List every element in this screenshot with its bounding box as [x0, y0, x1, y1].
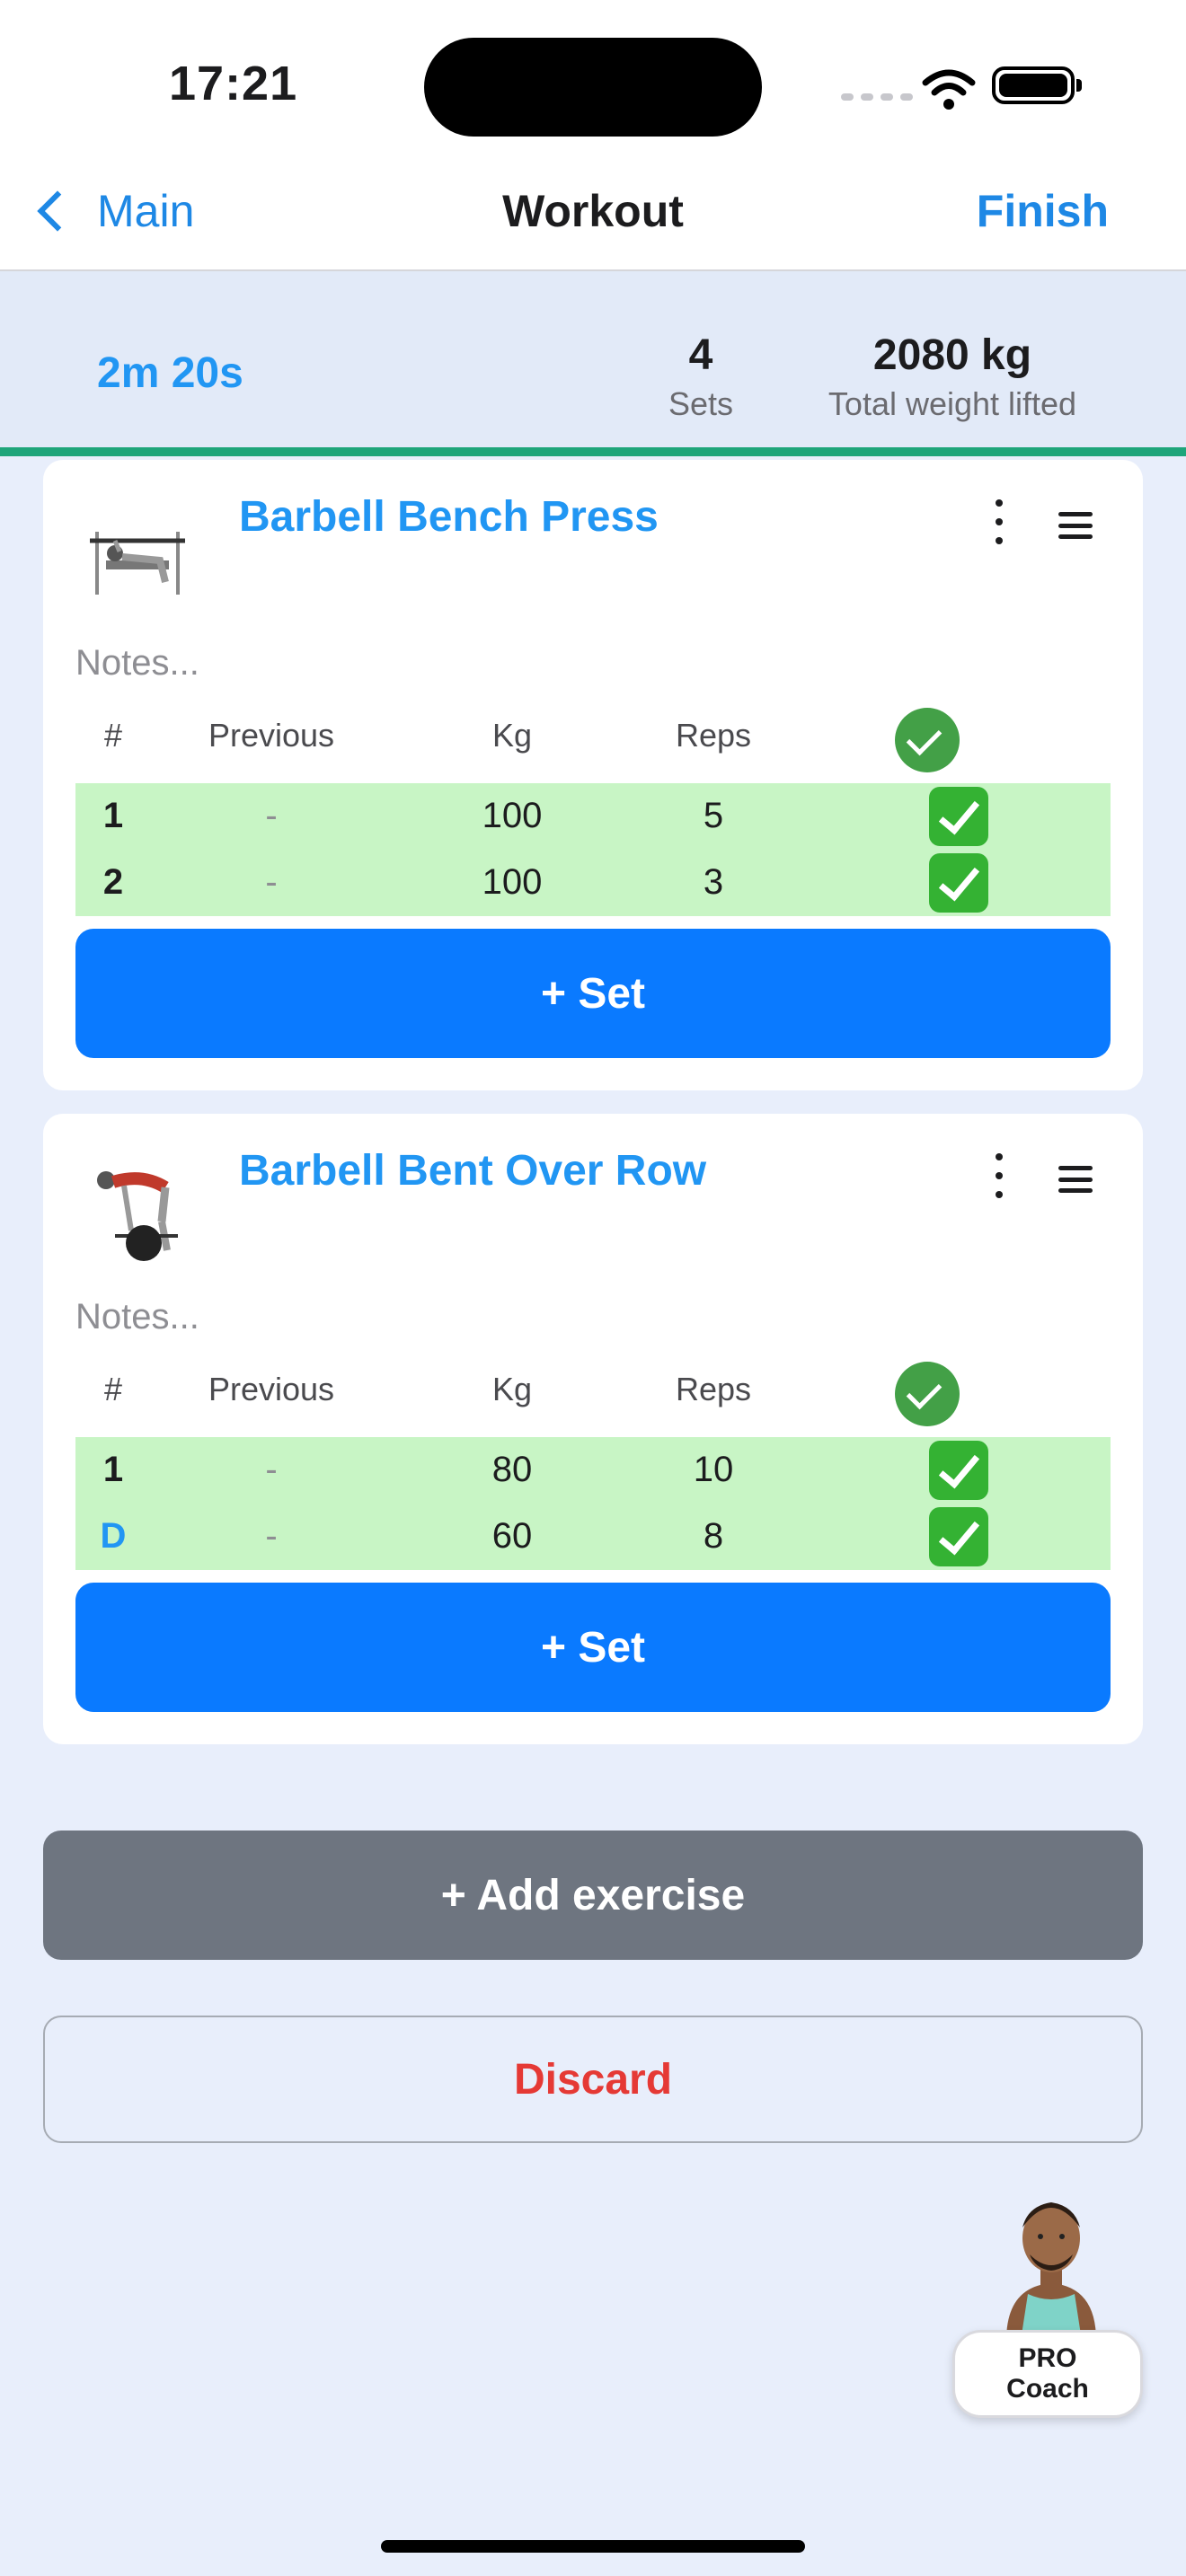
workout-timer: 2m 20s	[97, 349, 243, 397]
coach-label: PRO Coach	[952, 2330, 1143, 2418]
header-kg: Kg	[491, 1371, 533, 1407]
discard-button[interactable]: Discard	[43, 2016, 1143, 2143]
sets-value: 4	[688, 331, 713, 379]
workout-progress-bar	[0, 447, 1186, 456]
sets-table: 1 - 80 10 D - 60 8	[75, 1437, 1111, 1570]
header-previous: Previous	[208, 717, 335, 754]
set-number-drop[interactable]: D	[75, 1516, 151, 1557]
workout-stats: 2m 20s 4 Sets 2080 kg Total weight lifte…	[0, 271, 1186, 447]
set-kg-input[interactable]: 100	[449, 796, 575, 836]
finish-button[interactable]: Finish	[977, 185, 1109, 237]
drag-handle-icon[interactable]	[1058, 512, 1093, 539]
pro-coach-button[interactable]: PRO Coach	[952, 2179, 1145, 2422]
battery-icon	[992, 66, 1082, 104]
nav-bar: Main Workout Finish	[0, 171, 1186, 271]
set-reps-input[interactable]: 10	[651, 1450, 776, 1490]
header-kg: Kg	[491, 717, 533, 754]
set-done-check-icon[interactable]	[929, 787, 988, 846]
header-num: #	[103, 1371, 123, 1407]
header-reps: Reps	[675, 1371, 752, 1407]
set-row: 1 - 80 10	[75, 1437, 1111, 1504]
coach-label-line1: PRO	[1018, 2343, 1077, 2373]
set-done-check-icon[interactable]	[929, 1441, 988, 1500]
set-previous: -	[265, 862, 278, 902]
set-done-check-icon[interactable]	[929, 1507, 988, 1566]
notes-input[interactable]: Notes...	[75, 643, 199, 684]
weight-label: Total weight lifted	[828, 385, 1077, 422]
set-kg-input[interactable]: 80	[449, 1450, 575, 1490]
exercise-card: Barbell Bent Over Row Notes... # Previou…	[43, 1114, 1143, 1744]
set-reps-input[interactable]: 8	[651, 1516, 776, 1557]
set-row: 1 - 100 5	[75, 783, 1111, 850]
sets-label: Sets	[668, 385, 734, 422]
header-reps: Reps	[675, 717, 752, 754]
coach-avatar-icon	[1006, 2202, 1096, 2341]
set-done-check-icon[interactable]	[929, 853, 988, 913]
sets-table: 1 - 100 5 2 - 100 3	[75, 783, 1111, 916]
cellular-signal-icon	[841, 93, 913, 101]
set-reps-input[interactable]: 5	[651, 796, 776, 836]
status-time: 17:21	[169, 57, 298, 110]
bent-over-row-illustration-icon	[97, 1171, 178, 1261]
set-kg-input[interactable]: 100	[449, 862, 575, 903]
add-set-button[interactable]: + Set	[75, 1583, 1111, 1712]
header-previous: Previous	[208, 1371, 335, 1407]
set-number[interactable]: 1	[75, 796, 151, 836]
weight-value: 2080 kg	[872, 331, 1032, 379]
more-options-icon[interactable]	[990, 1153, 1008, 1198]
header-num: #	[103, 717, 123, 754]
set-previous: -	[265, 1516, 278, 1556]
set-previous: -	[265, 1450, 278, 1489]
drag-handle-icon[interactable]	[1058, 1166, 1093, 1193]
set-row: 2 - 100 3	[75, 850, 1111, 916]
add-exercise-button[interactable]: + Add exercise	[43, 1831, 1143, 1960]
sets-stat: 4 Sets	[629, 331, 773, 423]
weight-stat: 2080 kg Total weight lifted	[791, 331, 1114, 423]
add-set-button[interactable]: + Set	[75, 929, 1111, 1058]
set-number[interactable]: 2	[75, 862, 151, 903]
dynamic-island	[424, 38, 762, 137]
exercise-name[interactable]: Barbell Bench Press	[239, 492, 659, 542]
set-kg-input[interactable]: 60	[449, 1516, 575, 1557]
home-indicator[interactable]	[381, 2540, 805, 2553]
coach-label-line2: Coach	[1006, 2374, 1089, 2404]
bench-press-illustration-icon	[90, 532, 185, 595]
set-row: D - 60 8	[75, 1504, 1111, 1570]
status-bar: 17:21	[0, 0, 1186, 171]
wifi-icon	[922, 69, 976, 110]
exercise-name[interactable]: Barbell Bent Over Row	[239, 1146, 706, 1195]
complete-all-check-icon[interactable]	[895, 1362, 960, 1426]
set-number[interactable]: 1	[75, 1450, 151, 1490]
more-options-icon[interactable]	[990, 499, 1008, 544]
set-previous: -	[265, 796, 278, 835]
complete-all-check-icon[interactable]	[895, 708, 960, 772]
exercise-card: Barbell Bench Press Notes... # Previous …	[43, 460, 1143, 1090]
set-reps-input[interactable]: 3	[651, 862, 776, 903]
notes-input[interactable]: Notes...	[75, 1297, 199, 1337]
